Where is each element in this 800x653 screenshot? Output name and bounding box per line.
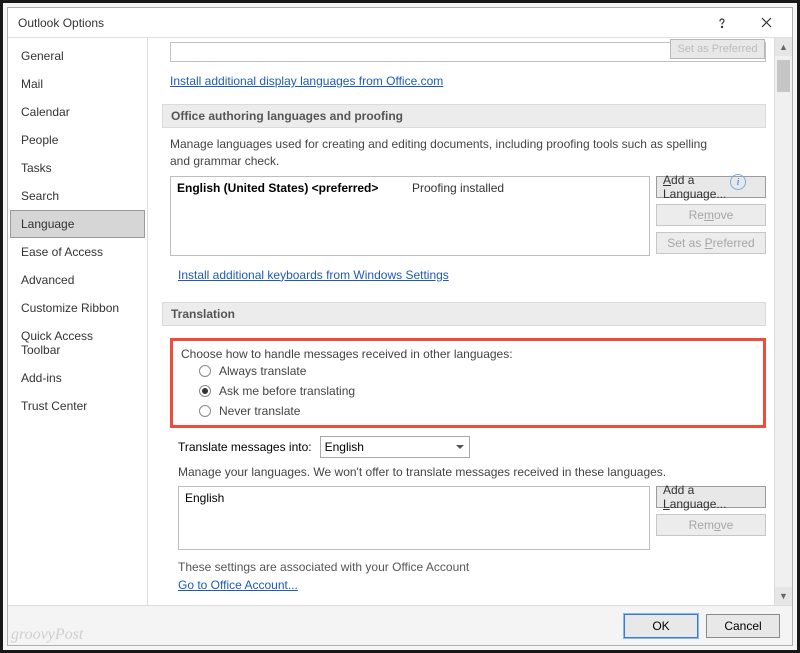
- scroll-up-arrow[interactable]: ▲: [775, 38, 792, 56]
- add-language-button[interactable]: Add a Language...: [656, 176, 766, 198]
- radio-icon: [199, 405, 211, 417]
- sidebar-item-trust-center[interactable]: Trust Center: [10, 392, 145, 420]
- titlebar: Outlook Options: [8, 8, 792, 38]
- radio-always-translate[interactable]: Always translate: [181, 361, 755, 381]
- translation-section-heading: Translation: [162, 302, 766, 326]
- proofing-status: Proofing installed: [412, 181, 504, 195]
- ok-button[interactable]: OK: [624, 614, 698, 638]
- sidebar-item-customize-ribbon[interactable]: Customize Ribbon: [10, 294, 145, 322]
- translation-options-highlight: Choose how to handle messages received i…: [170, 338, 766, 428]
- radio-ask-before[interactable]: Ask me before translating: [181, 381, 755, 401]
- install-display-lang-link[interactable]: Install additional display languages fro…: [170, 74, 443, 88]
- translation-choose-label: Choose how to handle messages received i…: [181, 347, 755, 361]
- sidebar-item-quick-access[interactable]: Quick Access Toolbar: [10, 322, 145, 364]
- sidebar-item-addins[interactable]: Add-ins: [10, 364, 145, 392]
- sidebar: General Mail Calendar People Tasks Searc…: [8, 38, 148, 605]
- radio-label: Ask me before translating: [219, 384, 355, 398]
- list-item[interactable]: English (United States) <preferred> Proo…: [177, 181, 643, 195]
- translation-footer-text: These settings are associated with your …: [178, 560, 766, 574]
- excluded-languages-listbox[interactable]: English: [178, 486, 650, 550]
- scroll-thumb[interactable]: [777, 60, 790, 92]
- dialog-title: Outlook Options: [18, 16, 700, 30]
- sidebar-item-people[interactable]: People: [10, 126, 145, 154]
- language-name: English (United States) <preferred>: [177, 181, 412, 195]
- sidebar-item-calendar[interactable]: Calendar: [10, 98, 145, 126]
- authoring-languages-listbox[interactable]: English (United States) <preferred> Proo…: [170, 176, 650, 256]
- scroll-down-arrow[interactable]: ▼: [775, 587, 792, 605]
- add-translation-language-button[interactable]: Add a Language...: [656, 486, 766, 508]
- sidebar-item-ease-of-access[interactable]: Ease of Access: [10, 238, 145, 266]
- set-preferred-button: Set as Preferred: [656, 232, 766, 254]
- radio-label: Always translate: [219, 364, 306, 378]
- radio-icon: [199, 365, 211, 377]
- options-dialog: Outlook Options General Mail Calendar Pe…: [7, 7, 793, 646]
- close-button[interactable]: [744, 9, 788, 37]
- display-language-listbox[interactable]: Set as Preferred: [170, 42, 766, 62]
- help-button[interactable]: [700, 9, 744, 37]
- set-as-preferred-button-top: Set as Preferred: [670, 39, 765, 59]
- radio-icon: [199, 385, 211, 397]
- vertical-scrollbar[interactable]: ▲ ▼: [774, 38, 792, 605]
- dialog-footer: OK Cancel: [8, 605, 792, 645]
- go-to-office-account-link[interactable]: Go to Office Account...: [178, 578, 298, 592]
- info-icon[interactable]: i: [730, 174, 746, 190]
- sidebar-item-general[interactable]: General: [10, 42, 145, 70]
- radio-never-translate[interactable]: Never translate: [181, 401, 755, 421]
- sidebar-item-search[interactable]: Search: [10, 182, 145, 210]
- remove-translation-language-button: Remove: [656, 514, 766, 536]
- translate-into-combo[interactable]: English: [320, 436, 470, 458]
- install-keyboards-link[interactable]: Install additional keyboards from Window…: [178, 268, 449, 282]
- content-pane: Set as Preferred Install additional disp…: [148, 38, 774, 605]
- translate-into-label: Translate messages into:: [178, 440, 312, 454]
- list-item[interactable]: English: [185, 491, 643, 505]
- authoring-section-heading: Office authoring languages and proofing: [162, 104, 766, 128]
- cancel-button[interactable]: Cancel: [706, 614, 780, 638]
- sidebar-item-mail[interactable]: Mail: [10, 70, 145, 98]
- radio-label: Never translate: [219, 404, 300, 418]
- manage-languages-label: Manage your languages. We won't offer to…: [178, 464, 766, 481]
- combo-value: English: [325, 440, 364, 454]
- remove-language-button: Remove: [656, 204, 766, 226]
- authoring-desc: Manage languages used for creating and e…: [170, 136, 766, 170]
- sidebar-item-language[interactable]: Language: [10, 210, 145, 238]
- sidebar-item-tasks[interactable]: Tasks: [10, 154, 145, 182]
- sidebar-item-advanced[interactable]: Advanced: [10, 266, 145, 294]
